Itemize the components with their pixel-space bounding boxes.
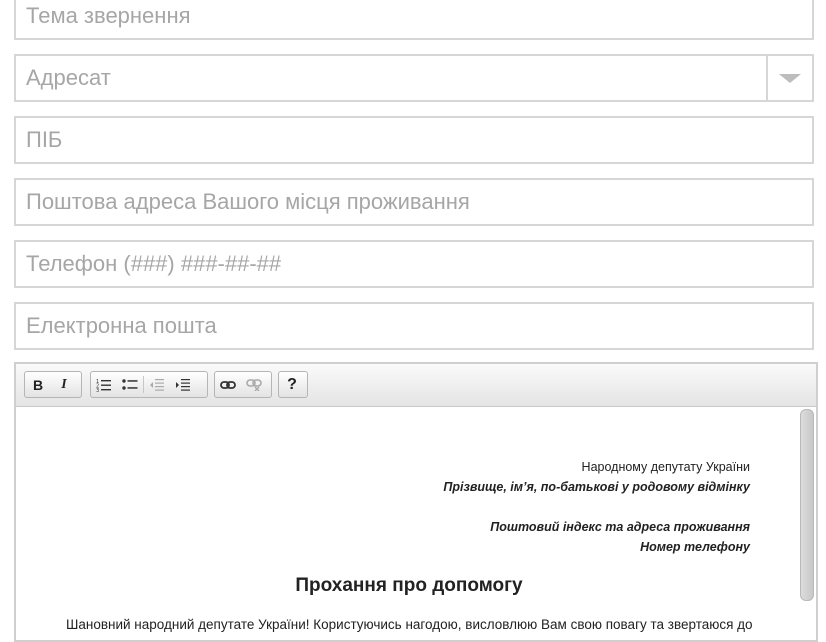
full-name-field[interactable] xyxy=(14,116,814,164)
addressee-dropdown-button[interactable] xyxy=(766,56,812,100)
letter-heading: Прохання про допомогу xyxy=(295,575,523,596)
ordered-list-icon: 1 2 3 xyxy=(96,379,111,392)
bold-button[interactable]: B xyxy=(25,372,51,397)
email-field[interactable] xyxy=(14,302,814,350)
editor-content[interactable]: Народному депутату України Прізвище, ім’… xyxy=(16,407,816,640)
recipient-line: Народному депутату України xyxy=(581,460,750,474)
letter-paragraph: Шановний народний депутате України! Кори… xyxy=(66,617,753,632)
subject-input[interactable] xyxy=(16,0,812,38)
sender-phone-line: Номер телефону xyxy=(640,540,750,554)
postal-address-input[interactable] xyxy=(16,180,812,224)
unordered-list-icon xyxy=(122,378,138,390)
indent-icon xyxy=(176,378,190,391)
list-group: 1 2 3 xyxy=(90,371,208,398)
format-group: B I xyxy=(24,371,82,398)
unlink-icon xyxy=(246,379,262,391)
addressee-select[interactable]: Адресат xyxy=(14,54,814,102)
link-icon xyxy=(220,380,236,389)
editor-toolbar: B I 1 2 3 ? xyxy=(16,364,816,407)
unordered-list-button[interactable] xyxy=(117,372,143,397)
svg-text:3: 3 xyxy=(96,388,99,392)
chevron-down-icon xyxy=(779,73,801,83)
indent-button[interactable] xyxy=(170,372,196,397)
editor-scrollbar[interactable] xyxy=(800,409,814,601)
help-button[interactable]: ? xyxy=(279,372,305,397)
subject-field[interactable] xyxy=(14,0,814,40)
link-button[interactable] xyxy=(215,372,241,397)
email-input[interactable] xyxy=(16,304,812,348)
recipient-name-line: Прізвище, ім’я, по-батькові у родовому в… xyxy=(443,480,750,494)
phone-field[interactable] xyxy=(14,240,814,288)
full-name-input[interactable] xyxy=(16,118,812,162)
link-group xyxy=(214,371,272,398)
sender-address-line: Поштовий індекс та адреса проживання xyxy=(490,520,750,534)
postal-address-field[interactable] xyxy=(14,178,814,226)
addressee-select-text: Адресат xyxy=(26,65,111,90)
rich-text-editor[interactable]: B I 1 2 3 ? Народному депутату України П… xyxy=(14,362,818,642)
outdent-icon xyxy=(150,378,164,391)
ordered-list-button[interactable]: 1 2 3 xyxy=(91,372,117,397)
help-group: ? xyxy=(278,371,308,398)
outdent-button[interactable] xyxy=(144,372,170,397)
unlink-button[interactable] xyxy=(241,372,267,397)
phone-input[interactable] xyxy=(16,242,812,286)
italic-button[interactable]: I xyxy=(51,372,77,397)
